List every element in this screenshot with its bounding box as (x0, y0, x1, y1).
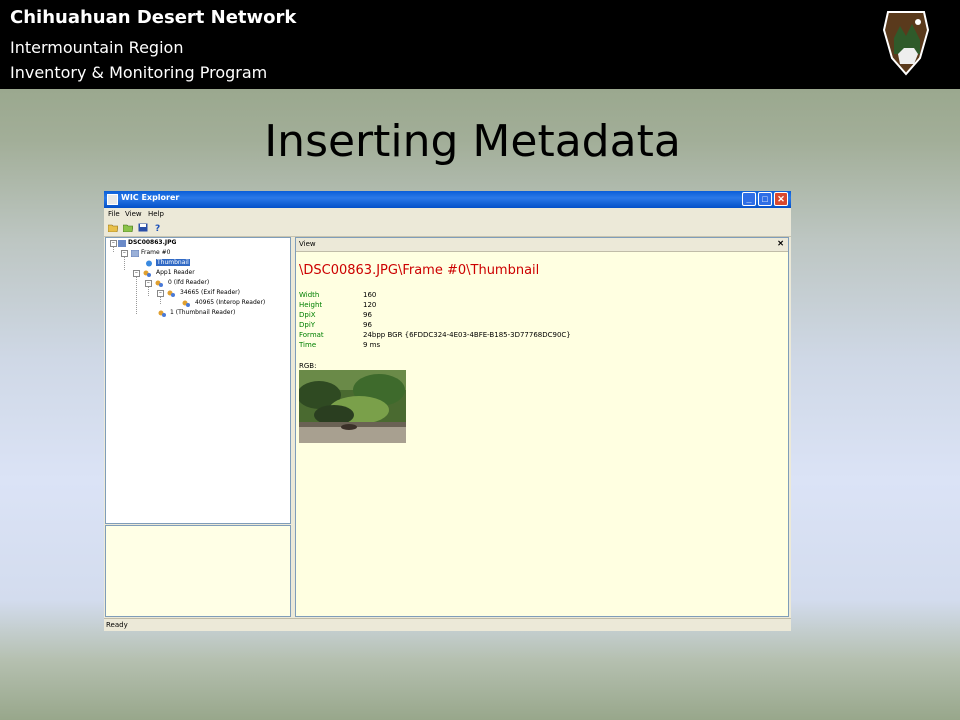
status-text: Ready (106, 621, 128, 629)
tree-expander[interactable]: − (133, 270, 140, 277)
toolbar: ? (104, 220, 791, 237)
view-tab-label: View (299, 240, 316, 248)
prop-value-height: 120 (363, 301, 377, 309)
open-folder-icon[interactable] (108, 223, 118, 232)
tree-item-ifd[interactable]: 0 (Ifd Reader) (168, 279, 209, 286)
reader-icon (155, 280, 163, 287)
svg-text:?: ? (155, 224, 160, 232)
tree-item-frame[interactable]: Frame #0 (141, 249, 170, 256)
maximize-button[interactable]: □ (758, 192, 772, 206)
reader-icon (167, 290, 175, 297)
thumbnail-icon (146, 260, 152, 267)
prop-value-time: 9 ms (363, 341, 381, 349)
reader-icon (182, 300, 190, 307)
tree-item-root[interactable]: DSC00863.JPG (128, 239, 176, 246)
tree-item-exif[interactable]: 34665 (Exif Reader) (180, 289, 240, 296)
tree-item-thumbnail[interactable]: Thumbnail (156, 259, 190, 266)
rgb-label: RGB: (299, 362, 317, 370)
reader-icon (158, 310, 166, 317)
tree-expander[interactable]: − (145, 280, 152, 287)
thumbnail-image (299, 370, 406, 443)
prop-key-height: Height (299, 301, 323, 309)
status-bar: Ready (104, 618, 791, 631)
close-view-icon[interactable]: ✕ (777, 239, 784, 248)
metadata-tree[interactable]: − DSC00863.JPG − Frame #0 Thumbnail − Ap… (105, 237, 291, 524)
view-path: \DSC00863.JPG\Frame #0\Thumbnail (299, 263, 540, 278)
prop-key-format: Format (299, 331, 324, 339)
tree-expander[interactable]: − (157, 290, 164, 297)
prop-value-dpiy: 96 (363, 321, 372, 329)
tree-item-app1[interactable]: App1 Reader (156, 269, 195, 276)
prop-value-dpix: 96 (363, 311, 372, 319)
nps-arrowhead-logo-icon (882, 11, 930, 76)
region-name: Intermountain Region (10, 38, 184, 57)
tree-item-thumbnail-reader[interactable]: 1 (Thumbnail Reader) (170, 309, 235, 316)
network-name: Chihuahuan Desert Network (10, 7, 297, 28)
prop-key-time: Time (299, 341, 317, 349)
menu-help[interactable]: Help (148, 210, 164, 218)
page-title: Inserting Metadata (264, 116, 681, 167)
window-titlebar[interactable]: WIC Explorer _ □ ✕ (104, 191, 791, 208)
menubar: File View Help (104, 208, 791, 220)
help-icon[interactable]: ? (153, 223, 163, 232)
slide-header: Chihuahuan Desert Network Intermountain … (0, 0, 960, 89)
tree-expander[interactable]: − (110, 240, 117, 247)
close-button[interactable]: ✕ (774, 192, 788, 206)
prop-value-format: 24bpp BGR {6FDDC324-4E03-4BFE-B185-3D777… (363, 331, 571, 339)
minimize-button[interactable]: _ (742, 192, 756, 206)
save-icon[interactable] (138, 223, 148, 232)
program-name: Inventory & Monitoring Program (10, 63, 268, 82)
image-file-icon (118, 240, 126, 247)
prop-key-width: Width (299, 291, 320, 299)
window-title: WIC Explorer (121, 193, 180, 202)
tree-expander[interactable]: − (121, 250, 128, 257)
open-folder-alt-icon[interactable] (123, 223, 133, 232)
view-pane: View ✕ \DSC00863.JPG\Frame #0\Thumbnail … (295, 237, 789, 617)
wic-explorer-window: WIC Explorer _ □ ✕ File View Help ? − DS… (104, 191, 791, 631)
prop-key-dpix: DpiX (299, 311, 316, 319)
menu-file[interactable]: File (108, 210, 120, 218)
tree-item-interop[interactable]: 40965 (Interop Reader) (195, 299, 265, 306)
prop-key-dpiy: DpiY (299, 321, 316, 329)
app-icon (107, 194, 118, 205)
view-header: View ✕ (296, 238, 788, 252)
details-pane (105, 525, 291, 617)
menu-view[interactable]: View (125, 210, 142, 218)
frame-icon (131, 250, 139, 257)
reader-icon (143, 270, 151, 277)
prop-value-width: 160 (363, 291, 377, 299)
